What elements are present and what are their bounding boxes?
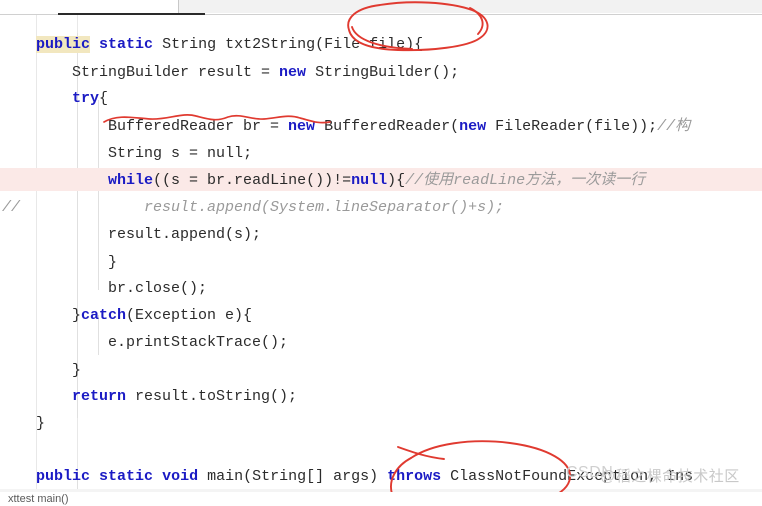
tab-active[interactable] [0,0,179,14]
code-line[interactable]: while((s = br.readLine())!=null){//使用rea… [0,169,762,193]
code-token: BufferedReader br = [0,118,289,135]
code-token: String txt2String(File file){ [153,36,424,53]
code-token: (Exception e){ [126,307,253,324]
code-token: public [36,36,91,53]
code-token: null [207,145,244,162]
code-line[interactable]: result.append(s); [0,223,762,247]
code-token: public [36,468,91,485]
code-token: String s = [0,145,208,162]
code-token: ClassNotFoundException, Ins [441,468,694,485]
code-line[interactable]: public static void main(String[] args) t… [0,465,762,489]
code-token: br.close(); [0,280,208,297]
code-token: new [288,118,316,135]
code-token: result.append(System.lineSeparator()+s); [0,199,505,216]
tab-strip-empty-area [179,0,762,13]
code-token: try [72,90,100,107]
code-token: } [0,307,82,324]
code-token: { [99,90,109,107]
code-token: ; [243,145,253,162]
code-line[interactable]: String s = null; [0,142,762,166]
code-token: throws [387,468,442,485]
code-token: new [279,64,307,81]
code-token: main(String[] args) [198,468,388,485]
code-token: } [0,254,118,271]
code-line[interactable]: e.printStackTrace(); [0,331,762,355]
code-token: null [351,172,388,189]
breadcrumb[interactable]: xttest main() [0,492,762,506]
code-token: } [0,415,46,432]
editor-window: public static String txt2String(File fil… [0,0,762,506]
code-token: result.append(s); [0,226,262,243]
code-line[interactable]: } [0,412,762,436]
code-token: FileReader(file)); [486,118,658,135]
code-token: //构 [657,118,691,135]
code-token: BufferedReader( [315,118,460,135]
code-token: static [99,468,154,485]
code-token: return [72,388,127,405]
breadcrumb-text: xttest main() [8,493,69,505]
code-token: catch [81,307,127,324]
code-token: ){ [387,172,406,189]
code-token: static [99,36,154,53]
code-token: void [162,468,199,485]
code-line[interactable]: BufferedReader br = new BufferedReader(n… [0,115,762,139]
code-line[interactable]: try{ [0,87,762,111]
code-token: result.toString(); [126,388,298,405]
code-line[interactable]: return result.toString(); [0,385,762,409]
code-token: StringBuilder result = [0,64,280,81]
code-token: while [108,172,154,189]
code-line[interactable]: } [0,359,762,383]
code-line[interactable]: } [0,251,762,275]
code-token: e.printStackTrace(); [0,334,289,351]
code-line[interactable]: br.close(); [0,277,762,301]
code-editor-surface[interactable]: public static String txt2String(File fil… [0,15,762,506]
code-line[interactable]: result.append(System.lineSeparator()+s); [0,196,762,220]
code-token: new [459,118,487,135]
code-token: } [0,362,82,379]
code-line[interactable]: StringBuilder result = new StringBuilder… [0,61,762,85]
code-token: StringBuilder(); [306,64,460,81]
code-line[interactable]: }catch(Exception e){ [0,304,762,328]
code-line[interactable]: public static String txt2String(File fil… [0,33,762,57]
code-token: //使用readLine方法，一次读一行 [405,172,646,189]
code-token: ((s = br.readLine())!= [153,172,352,189]
